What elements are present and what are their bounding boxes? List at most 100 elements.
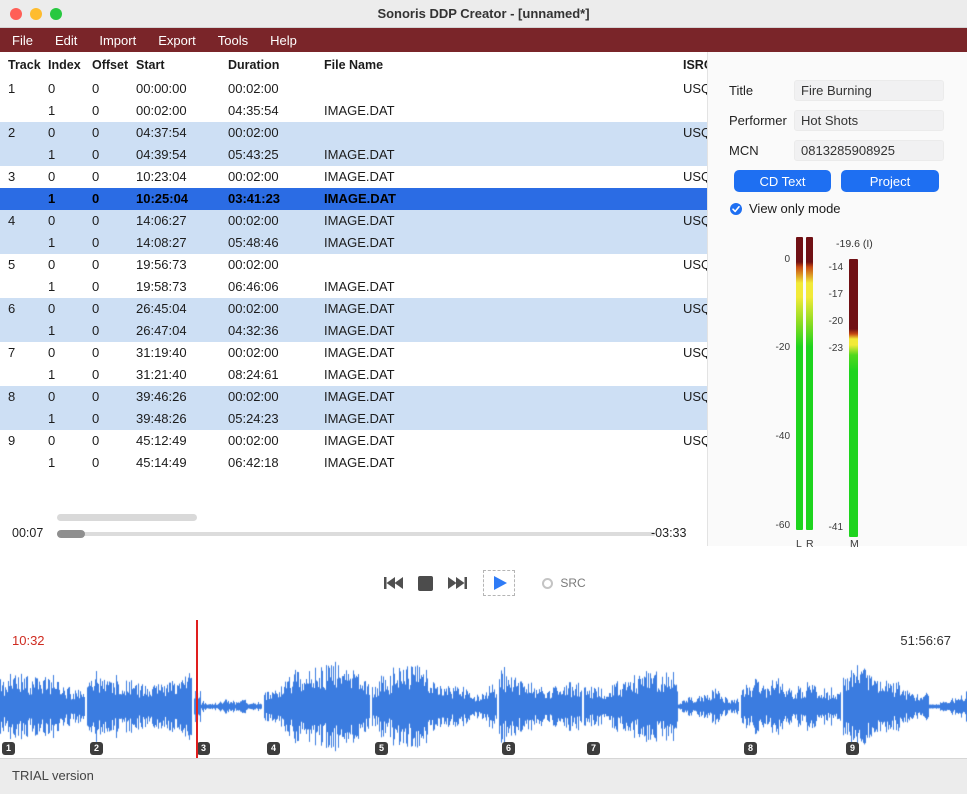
menu-item-import[interactable]: Import <box>99 33 136 48</box>
cell-offset: 0 <box>84 210 128 232</box>
loudness-meter <box>849 259 858 537</box>
mcn-field[interactable]: 0813285908925 <box>794 140 944 161</box>
cell-index: 1 <box>40 188 84 210</box>
m-scale-label: -41 <box>821 522 843 533</box>
cell-start: 04:37:54 <box>128 122 220 144</box>
table-row[interactable]: 30010:23:0400:02:00IMAGE.DATUSQ <box>0 166 707 188</box>
cell-offset: 0 <box>84 342 128 364</box>
table-row[interactable]: 20004:37:5400:02:00USQ <box>0 122 707 144</box>
cell-duration: 06:46:06 <box>220 276 316 298</box>
cell-file: IMAGE.DAT <box>316 430 675 452</box>
table-row[interactable]: 60026:45:0400:02:00IMAGE.DATUSQ <box>0 298 707 320</box>
cell-duration: 00:02:00 <box>220 342 316 364</box>
table-row[interactable]: 80039:46:2600:02:00IMAGE.DATUSQ <box>0 386 707 408</box>
column-header-duration[interactable]: Duration <box>220 58 316 72</box>
cell-isrc <box>675 364 707 386</box>
cell-offset: 0 <box>84 166 128 188</box>
menu-item-tools[interactable]: Tools <box>218 33 248 48</box>
cell-isrc <box>675 452 707 474</box>
column-header-index[interactable]: Index <box>40 58 84 72</box>
waveform-playhead[interactable] <box>196 620 198 758</box>
cell-isrc <box>675 232 707 254</box>
table-row[interactable]: 1004:39:5405:43:25IMAGE.DAT <box>0 144 707 166</box>
column-header-track[interactable]: Track <box>0 58 40 72</box>
seek-slider-track[interactable] <box>57 532 655 536</box>
traffic-lights <box>10 8 62 20</box>
cell-duration: 00:02:00 <box>220 298 316 320</box>
cell-isrc: USQ <box>675 122 707 144</box>
table-row[interactable]: 1045:14:4906:42:18IMAGE.DAT <box>0 452 707 474</box>
app-window: Sonoris DDP Creator - [unnamed*] FileEdi… <box>0 0 967 794</box>
table-row[interactable]: 1031:21:4008:24:61IMAGE.DAT <box>0 364 707 386</box>
play-button[interactable] <box>483 570 515 596</box>
cell-isrc: USQ <box>675 78 707 100</box>
cell-duration: 05:24:23 <box>220 408 316 430</box>
menu-item-file[interactable]: File <box>12 33 33 48</box>
cell-index: 1 <box>40 452 84 474</box>
cd-text-button[interactable]: CD Text <box>734 170 831 192</box>
waveform-position-label: 10:32 <box>12 633 45 648</box>
horizontal-scrollbar-thumb[interactable] <box>57 514 197 521</box>
cell-offset: 0 <box>84 100 128 122</box>
menu-item-edit[interactable]: Edit <box>55 33 77 48</box>
cell-file: IMAGE.DAT <box>316 408 675 430</box>
lr-scale-label: -60 <box>768 520 790 531</box>
status-bar: TRIAL version <box>0 758 967 794</box>
minimize-button[interactable] <box>30 8 42 20</box>
title-field[interactable]: Fire Burning <box>794 80 944 101</box>
zoom-button[interactable] <box>50 8 62 20</box>
cell-isrc: USQ <box>675 430 707 452</box>
column-header-start[interactable]: Start <box>128 58 220 72</box>
cell-index: 0 <box>40 210 84 232</box>
table-row[interactable]: 40014:06:2700:02:00IMAGE.DATUSQ <box>0 210 707 232</box>
table-row[interactable]: 50019:56:7300:02:00USQ <box>0 254 707 276</box>
cell-offset: 0 <box>84 276 128 298</box>
project-button[interactable]: Project <box>841 170 939 192</box>
view-only-radio-icon <box>729 202 743 216</box>
menu-item-export[interactable]: Export <box>158 33 196 48</box>
cell-track <box>0 232 40 254</box>
cell-file: IMAGE.DAT <box>316 364 675 386</box>
side-panel: Title Fire Burning Performer Hot Shots M… <box>707 52 967 546</box>
cell-isrc <box>675 144 707 166</box>
cell-track <box>0 100 40 122</box>
src-radio[interactable] <box>542 578 553 589</box>
cell-duration: 00:02:00 <box>220 254 316 276</box>
waveform-body[interactable]: 123456789 <box>0 655 967 758</box>
cell-isrc: USQ <box>675 166 707 188</box>
cell-file: IMAGE.DAT <box>316 188 675 210</box>
table-row[interactable]: 70031:19:4000:02:00IMAGE.DATUSQ <box>0 342 707 364</box>
table-row[interactable]: 1000:02:0004:35:54IMAGE.DAT <box>0 100 707 122</box>
column-header-file-name[interactable]: File Name <box>316 58 675 72</box>
view-only-mode-option[interactable]: View only mode <box>729 201 841 216</box>
table-row[interactable]: 1039:48:2605:24:23IMAGE.DAT <box>0 408 707 430</box>
cell-start: 14:06:27 <box>128 210 220 232</box>
stop-button[interactable] <box>418 576 433 591</box>
track-badge: 7 <box>587 742 600 755</box>
previous-track-button[interactable] <box>381 575 405 591</box>
table-row[interactable]: 90045:12:4900:02:00IMAGE.DATUSQ <box>0 430 707 452</box>
column-header-offset[interactable]: Offset <box>84 58 128 72</box>
level-meter-left <box>796 237 803 530</box>
cell-track: 8 <box>0 386 40 408</box>
cell-file <box>316 254 675 276</box>
close-button[interactable] <box>10 8 22 20</box>
cell-isrc <box>675 188 707 210</box>
cell-track: 9 <box>0 430 40 452</box>
cell-start: 45:12:49 <box>128 430 220 452</box>
performer-field[interactable]: Hot Shots <box>794 110 944 131</box>
seek-slider-thumb[interactable] <box>57 530 85 538</box>
cell-start: 04:39:54 <box>128 144 220 166</box>
menu-item-help[interactable]: Help <box>270 33 297 48</box>
table-row[interactable]: 1010:25:0403:41:23IMAGE.DAT <box>0 188 707 210</box>
table-row[interactable]: 1026:47:0404:32:36IMAGE.DAT <box>0 320 707 342</box>
next-track-button[interactable] <box>446 575 470 591</box>
cell-file <box>316 122 675 144</box>
table-row[interactable]: 1019:58:7306:46:06IMAGE.DAT <box>0 276 707 298</box>
table-row[interactable]: 1014:08:2705:48:46IMAGE.DAT <box>0 232 707 254</box>
title-label: Title <box>729 83 753 98</box>
cell-offset: 0 <box>84 122 128 144</box>
column-header-isrc[interactable]: ISRC <box>675 58 707 72</box>
table-row[interactable]: 10000:00:0000:02:00USQ <box>0 78 707 100</box>
play-icon <box>490 574 508 592</box>
